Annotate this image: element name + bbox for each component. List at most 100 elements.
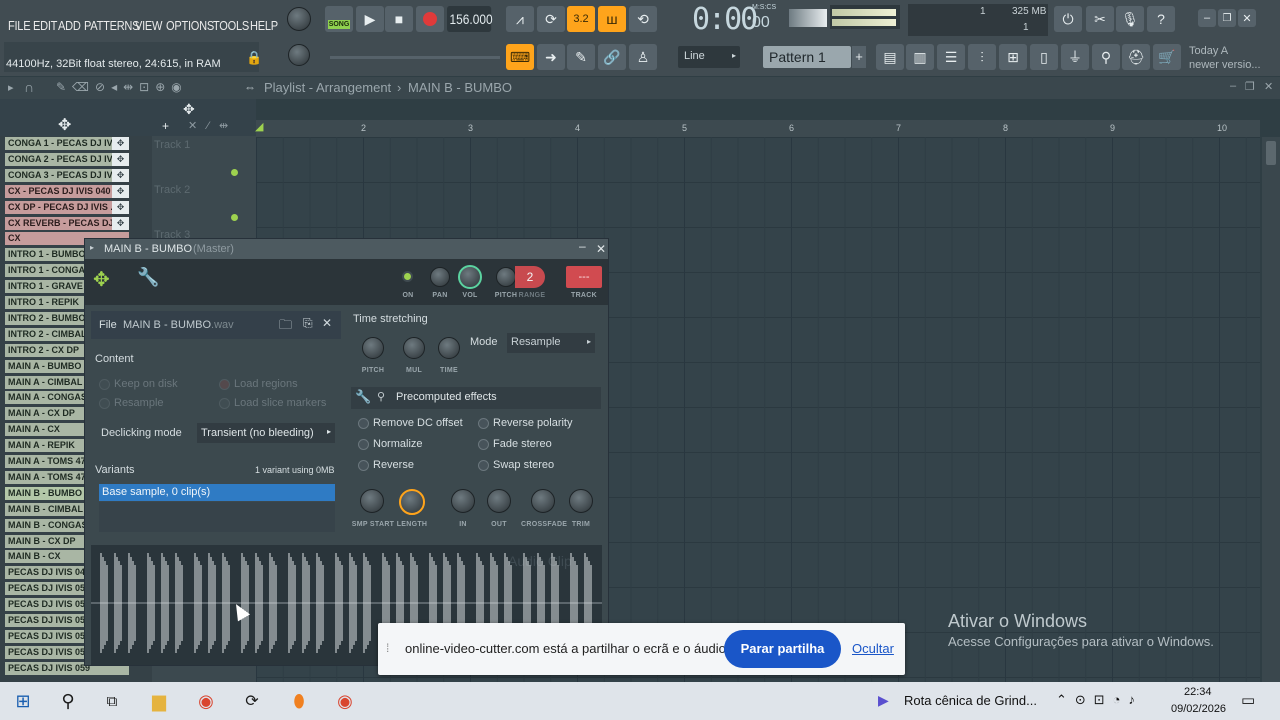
- menu-add[interactable]: ADD: [58, 18, 81, 33]
- brush-button[interactable]: ✎: [567, 44, 595, 70]
- waveform-icon[interactable]: ✥: [58, 115, 71, 135]
- crossfade-knob[interactable]: [531, 489, 555, 513]
- vertical-scrollbar[interactable]: [1262, 137, 1280, 682]
- channel-item[interactable]: CONGA 1 - PECAS DJ IVI... ✥: [5, 137, 129, 150]
- resample-radio[interactable]: Resample: [99, 397, 164, 409]
- record-button[interactable]: [416, 6, 444, 32]
- menu-tools[interactable]: TOOLS: [213, 18, 249, 33]
- chevron-right-icon[interactable]: ▸: [8, 81, 14, 94]
- reverse-polarity-radio[interactable]: Reverse polarity: [478, 417, 572, 429]
- search-icon[interactable]: ⚲: [54, 687, 82, 715]
- close-icon[interactable]: ✕: [596, 242, 606, 256]
- master-volume-slider[interactable]: [789, 9, 827, 27]
- file-explorer-icon[interactable]: ▆: [145, 687, 173, 715]
- plus-icon[interactable]: +: [162, 119, 169, 133]
- file-name[interactable]: MAIN B - BUMBO.wav: [123, 319, 234, 331]
- step-edit-button[interactable]: ш: [598, 6, 626, 32]
- shop-button[interactable]: 🛒: [1153, 44, 1181, 70]
- panic-button[interactable]: ⏻: [1054, 6, 1082, 32]
- minimize-icon[interactable]: –: [1230, 80, 1236, 92]
- piano-roll-button[interactable]: ▥: [906, 44, 934, 70]
- link-button[interactable]: 🔗: [598, 44, 626, 70]
- window-titlebar[interactable]: ▸ MAIN B - BUMBO (Master) – ✕: [85, 239, 608, 259]
- timeline-ruler[interactable]: 2 3 4 5 6 7 8 9 10: [256, 120, 1260, 137]
- track-name[interactable]: Track 1: [154, 139, 190, 151]
- plugin-button[interactable]: ⏚: [1061, 44, 1089, 70]
- minimize-button[interactable]: –: [1198, 9, 1216, 27]
- windows-start-icon[interactable]: ⊞: [9, 687, 37, 715]
- pitch-range-display[interactable]: 2: [515, 266, 545, 288]
- playlist-pattern[interactable]: MAIN B - BUMBO: [408, 80, 512, 95]
- mic-button[interactable]: 🎙: [1116, 6, 1144, 32]
- add-pattern-button[interactable]: +: [852, 46, 866, 68]
- news-panel[interactable]: Today A newer versio...: [1189, 44, 1261, 72]
- menu-view[interactable]: VIEW: [135, 18, 162, 33]
- typing-keyboard-button[interactable]: ⌨: [506, 44, 534, 70]
- maximize-icon[interactable]: ❐: [1245, 80, 1255, 93]
- master-volume-knob[interactable]: [287, 7, 311, 31]
- system-tray-icons[interactable]: ⌃⊙⊡◔♪: [1056, 692, 1143, 708]
- waveform-icon[interactable]: ✥: [112, 216, 129, 230]
- fade-stereo-radio[interactable]: Fade stereo: [478, 438, 552, 450]
- loop-record-button[interactable]: ⟲: [629, 6, 657, 32]
- waveform-icon[interactable]: ✥: [112, 152, 129, 166]
- channel-item[interactable]: CX - PECAS DJ IVIS 040 ✥: [5, 184, 129, 198]
- menu-options[interactable]: OPTIONS: [166, 18, 214, 33]
- templates-button[interactable]: ▯: [1030, 44, 1058, 70]
- channel-rack-button[interactable]: ☰: [937, 44, 965, 70]
- playlist-button[interactable]: ▤: [876, 44, 904, 70]
- clock-time[interactable]: 22:34: [1184, 686, 1212, 698]
- waveform-icon[interactable]: ✥: [112, 137, 129, 150]
- volume-knob[interactable]: [458, 265, 482, 289]
- reverse-radio[interactable]: Reverse: [358, 459, 414, 471]
- chevron-right-icon[interactable]: ▸: [90, 243, 94, 252]
- swap-stereo-radio[interactable]: Swap stereo: [478, 459, 554, 471]
- variant-list-item[interactable]: Base sample, 0 clip(s): [99, 484, 335, 501]
- wrench-icon[interactable]: 🔧: [355, 389, 371, 405]
- normalize-radio[interactable]: Normalize: [358, 438, 423, 450]
- song-position-slider[interactable]: [330, 56, 500, 59]
- help-button[interactable]: ?: [1147, 6, 1175, 32]
- app-icon[interactable]: ⟳: [238, 687, 266, 715]
- tempo-display[interactable]: 156.000: [447, 6, 493, 32]
- metronome-button[interactable]: ⩘: [506, 6, 534, 32]
- playlist-tools[interactable]: ✎⌫⊘◂⇹⊡⊕◉: [56, 80, 188, 94]
- pitch-knob[interactable]: [496, 267, 516, 287]
- fade-in-knob[interactable]: [451, 489, 475, 513]
- wait-input-button[interactable]: ⟳: [537, 6, 565, 32]
- stretch-mode-select[interactable]: Resample ▸: [507, 333, 595, 353]
- pattern-selector[interactable]: Pattern 1: [763, 46, 851, 68]
- load-regions-radio[interactable]: Load regions: [219, 378, 298, 390]
- arrows-icon[interactable]: ⇔: [244, 80, 256, 94]
- menu-file[interactable]: FILE: [8, 18, 31, 33]
- tempo-tapper-button[interactable]: ⚲: [1092, 44, 1120, 70]
- play-button[interactable]: ▶: [356, 6, 384, 32]
- snap-select[interactable]: Line ▸: [678, 46, 740, 68]
- fade-out-knob[interactable]: [487, 489, 511, 513]
- task-view-icon[interactable]: ⧉: [98, 687, 126, 715]
- pan-knob[interactable]: [430, 267, 450, 287]
- pin-icon[interactable]: ⚲: [377, 390, 385, 403]
- hide-link[interactable]: Ocultar: [852, 641, 894, 656]
- folder-icon[interactable]: 🗀: [279, 316, 292, 338]
- waveform-icon[interactable]: ✥: [183, 101, 195, 118]
- length-knob[interactable]: [399, 489, 425, 515]
- stop-sharing-button[interactable]: Parar partilha: [724, 630, 841, 668]
- stretch-time-knob[interactable]: [438, 337, 460, 359]
- chrome-icon[interactable]: ◉: [192, 687, 220, 715]
- track-led[interactable]: [231, 169, 238, 176]
- keep-on-disk-radio[interactable]: Keep on disk: [99, 378, 178, 390]
- trim-knob[interactable]: [569, 489, 593, 513]
- mixer-button[interactable]: ⫶: [968, 44, 996, 70]
- mixer-track-display[interactable]: ---: [566, 266, 602, 288]
- wrench-icon[interactable]: 🔧: [137, 267, 159, 288]
- edit-icon[interactable]: ⎘: [303, 316, 313, 331]
- fl-studio-icon[interactable]: ⬮: [285, 687, 313, 715]
- browser-button[interactable]: ⊞: [999, 44, 1027, 70]
- drag-handle-icon[interactable]: ⁞: [386, 641, 389, 655]
- stretch-mul-knob[interactable]: [403, 337, 425, 359]
- waveform-icon[interactable]: ✥: [112, 184, 129, 198]
- clock-date[interactable]: 09/02/2026: [1171, 703, 1226, 715]
- remove-dc-offset-radio[interactable]: Remove DC offset: [358, 417, 463, 429]
- magnet-icon[interactable]: ∩: [24, 79, 34, 95]
